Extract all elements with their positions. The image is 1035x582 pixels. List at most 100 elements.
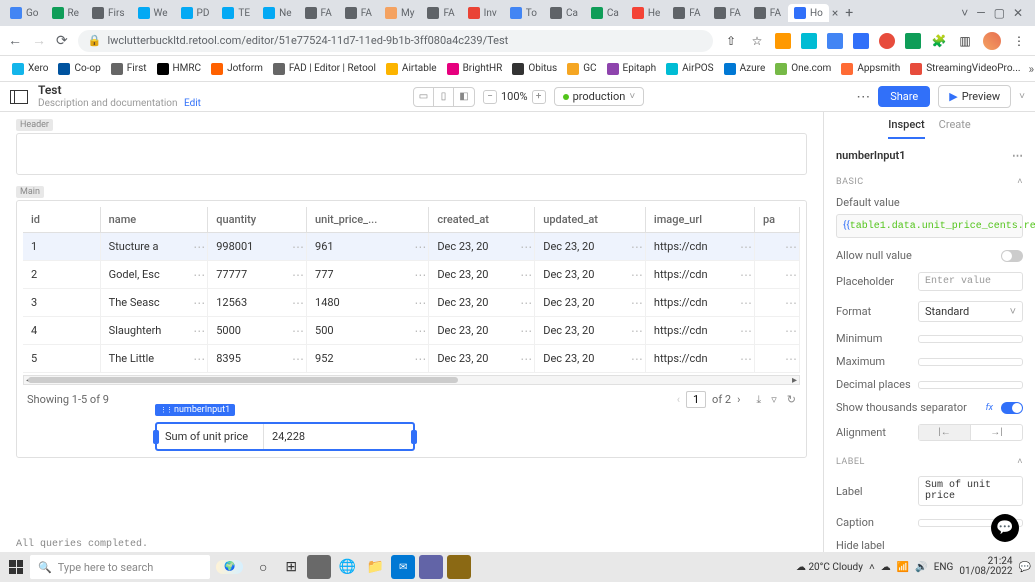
page-input[interactable] (686, 391, 706, 408)
browser-tab[interactable]: Ho (788, 4, 829, 22)
maximize-icon[interactable]: ▢ (994, 6, 1005, 20)
table-cell[interactable]: 4 (23, 317, 100, 345)
table-cell[interactable]: 5000⋯ (208, 317, 307, 345)
table-cell[interactable]: Dec 23, 20⋯ (429, 317, 535, 345)
language-indicator[interactable]: ENG (934, 562, 954, 573)
close-tab-icon[interactable]: × (832, 6, 838, 20)
browser-tab[interactable]: FA (421, 4, 460, 22)
refresh-icon[interactable]: ↻ (787, 393, 796, 407)
bookmark-item[interactable]: FAD | Editor | Retool (269, 61, 380, 77)
table-cell[interactable]: 77777⋯ (208, 261, 307, 289)
table-cell[interactable]: 961⋯ (307, 233, 429, 261)
table-cell[interactable]: 1480⋯ (307, 289, 429, 317)
placeholder-input[interactable]: Enter value (918, 272, 1023, 291)
more-icon[interactable]: ⋯ (856, 89, 870, 105)
scroll-thumb[interactable] (28, 377, 458, 383)
number-input-value[interactable]: 24,228 (263, 424, 413, 449)
table-cell[interactable]: Slaughterh⋯ (100, 317, 208, 345)
kebab-icon[interactable]: ⋮ (1011, 33, 1027, 49)
bookmark-item[interactable]: One.com (771, 61, 835, 77)
format-select[interactable]: Standard ˅ (918, 301, 1023, 322)
address-bar[interactable]: 🔒 lwclutterbuckltd.retool.com/editor/51e… (78, 30, 713, 52)
table-cell[interactable]: 3 (23, 289, 100, 317)
browser-tab[interactable]: PD (175, 4, 216, 22)
next-page-icon[interactable]: › (737, 393, 740, 406)
browser-tab[interactable]: FA (748, 4, 787, 22)
browser-tab[interactable]: To (504, 4, 543, 22)
teams-icon[interactable] (419, 555, 443, 579)
bookmark-item[interactable]: AirPOS (662, 61, 717, 77)
preview-dropdown-icon[interactable]: ˅ (1019, 91, 1025, 102)
browser-tab[interactable]: Firs (86, 4, 131, 22)
preview-button[interactable]: ▶ Preview (938, 85, 1011, 108)
decimal-places-input[interactable] (918, 381, 1023, 389)
more-icon[interactable]: ⋯ (1012, 149, 1023, 162)
table-cell[interactable]: https://cdn⋯ (645, 233, 754, 261)
chevron-down-icon[interactable]: ˅ (961, 6, 968, 20)
table-header-cell[interactable]: created_at (429, 207, 535, 233)
table-cell[interactable]: https://cdn⋯ (645, 289, 754, 317)
table-cell[interactable]: ⋯ (754, 345, 799, 373)
ext-icon[interactable] (827, 33, 843, 49)
new-tab-button[interactable]: + (839, 5, 859, 21)
number-input-component[interactable]: numberInput1 Sum of unit price 24,228 (155, 422, 415, 451)
resize-handle-left[interactable] (153, 430, 159, 444)
table-header-cell[interactable]: name (100, 207, 208, 233)
table-cell[interactable]: https://cdn⋯ (645, 261, 754, 289)
environment-select[interactable]: production ˅ (554, 87, 645, 106)
table-cell[interactable]: https://cdn⋯ (645, 317, 754, 345)
table-row[interactable]: 5The Little⋯8395⋯952⋯Dec 23, 20⋯Dec 23, … (23, 345, 800, 373)
app-icon[interactable] (307, 555, 331, 579)
profile-avatar[interactable] (983, 32, 1001, 50)
star-icon[interactable]: ☆ (749, 33, 765, 49)
table-cell[interactable]: The Seasc⋯ (100, 289, 208, 317)
back-icon[interactable]: ← (8, 32, 22, 49)
filter-icon[interactable]: ▿ (771, 393, 777, 407)
browser-tab[interactable]: Ne (257, 4, 297, 22)
table-cell[interactable]: Dec 23, 20⋯ (535, 261, 646, 289)
default-value-input[interactable]: {{table1.data.unit_price_cents.reduce((x… (836, 214, 1023, 238)
wifi-icon[interactable]: 📶 (897, 562, 909, 573)
chevron-up-icon[interactable]: ˄ (1017, 456, 1023, 467)
bookmark-item[interactable]: First (107, 61, 151, 77)
table-row[interactable]: 1Stucture a⋯998001⋯961⋯Dec 23, 20⋯Dec 23… (23, 233, 800, 261)
bookmark-item[interactable]: Appsmith (837, 61, 904, 77)
prev-page-icon[interactable]: ‹ (677, 393, 680, 406)
minimize-icon[interactable]: — (976, 6, 985, 20)
table-header-cell[interactable]: image_url (645, 207, 754, 233)
panel-icon[interactable]: ▥ (957, 33, 973, 49)
table-cell[interactable]: Dec 23, 20⋯ (535, 233, 646, 261)
bookmark-item[interactable]: Xero (8, 61, 52, 77)
chevron-up-icon[interactable]: ˄ (1017, 176, 1023, 187)
browser-tab[interactable]: He (626, 4, 666, 22)
minimum-input[interactable] (918, 335, 1023, 343)
browser-tab[interactable]: We (132, 4, 174, 22)
table-cell[interactable]: https://cdn⋯ (645, 345, 754, 373)
volume-icon[interactable]: 🔊 (915, 562, 927, 573)
bookmark-item[interactable]: StreamingVideoPro... (906, 61, 1024, 77)
bookmark-item[interactable]: Airtable (382, 61, 441, 77)
scroll-right-icon[interactable]: ▸ (792, 375, 797, 386)
table-cell[interactable]: Stucture a⋯ (100, 233, 208, 261)
ext-icon[interactable] (853, 33, 869, 49)
browser-tab[interactable]: Re (46, 4, 85, 22)
table-cell[interactable]: Dec 23, 20⋯ (535, 345, 646, 373)
table-cell[interactable]: ⋯ (754, 317, 799, 345)
table-header-cell[interactable]: updated_at (535, 207, 646, 233)
browser-tab[interactable]: FA (299, 4, 338, 22)
layout-mode-toggle[interactable]: ▭ ▯ ◧ (413, 87, 475, 107)
zoom-in-button[interactable]: + (532, 90, 546, 104)
align-right-button[interactable]: →| (971, 425, 1022, 440)
panel-toggle-icon[interactable] (10, 90, 28, 104)
tray-chevron-icon[interactable]: ˄ (869, 562, 875, 573)
ext-icon[interactable] (775, 33, 791, 49)
bookmarks-overflow-icon[interactable]: » (1028, 62, 1034, 76)
table-cell[interactable]: Dec 23, 20⋯ (535, 317, 646, 345)
browser-tab[interactable]: FA (667, 4, 706, 22)
table-header-cell[interactable]: quantity (208, 207, 307, 233)
explorer-icon[interactable]: 📁 (363, 555, 387, 579)
outlook-icon[interactable]: ✉ (391, 555, 415, 579)
forward-icon[interactable]: → (32, 32, 46, 49)
chrome-icon[interactable]: 🌐 (335, 555, 359, 579)
table-cell[interactable]: 500⋯ (307, 317, 429, 345)
